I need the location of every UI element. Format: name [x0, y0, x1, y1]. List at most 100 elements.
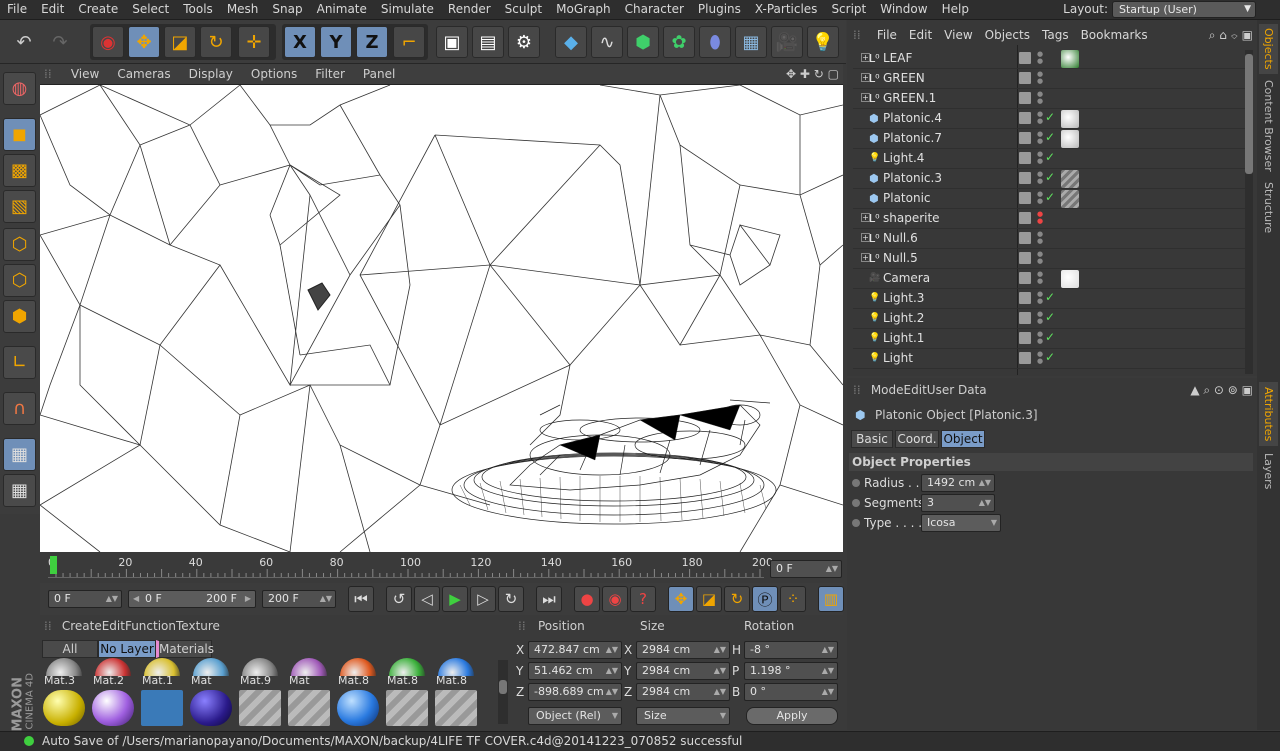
menu-create[interactable]: Create [71, 0, 125, 19]
material-swatch[interactable] [288, 690, 330, 726]
menu-snap[interactable]: Snap [265, 0, 309, 19]
render-picture-viewer-icon[interactable]: ▤ [472, 26, 504, 58]
attribute-menu-mode[interactable]: Mode [871, 383, 904, 397]
attr-tab-object[interactable]: Object [941, 430, 985, 448]
material-menu-texture[interactable]: Texture [176, 619, 220, 633]
visibility-dots-icon[interactable]: ● ● [1037, 231, 1043, 245]
playhead[interactable] [50, 556, 57, 574]
pos-z-field[interactable]: -898.689 cm ▲▼ [528, 683, 622, 701]
menu-help[interactable]: Help [935, 0, 976, 19]
object-menu-file[interactable]: File [871, 25, 903, 45]
viewport-menu-filter[interactable]: Filter [306, 64, 354, 84]
attr-tab-coord[interactable]: Coord. [895, 430, 939, 448]
workplane-icon[interactable]: ▧ [3, 190, 36, 223]
size-y-field[interactable]: 2984 cm ▲▼ [636, 662, 730, 680]
record-keys-icon[interactable]: ● [574, 586, 600, 612]
material-swatch[interactable]: Mat [287, 658, 332, 688]
rot-p-field[interactable]: 1.198 ° ▲▼ [744, 662, 838, 680]
layer-icon[interactable] [1019, 152, 1031, 164]
object-row[interactable]: 💡 Light.4 ● ● ✓ [853, 149, 1245, 169]
coord-mode-select[interactable]: Object (Rel) ▼ [528, 707, 622, 725]
layer-icon[interactable] [1019, 312, 1031, 324]
timeline-ruler[interactable]: 020406080100120140160180200 0 F ▲▼ [40, 552, 843, 582]
tag-icon[interactable] [1061, 270, 1079, 288]
tab-structure[interactable]: Structure [1259, 178, 1278, 238]
visibility-dots-icon[interactable]: ● ● [1037, 131, 1043, 145]
menu-simulate[interactable]: Simulate [374, 0, 441, 19]
size-z-field[interactable]: 2984 cm ▲▼ [636, 683, 730, 701]
transform-tool-icon[interactable]: ✛ [238, 26, 270, 58]
go-to-end-icon[interactable]: ⏭ [536, 586, 562, 612]
visibility-dots-icon[interactable]: ● ● [1037, 271, 1043, 285]
move-tool-icon[interactable]: ✥ [128, 26, 160, 58]
layer-icon[interactable] [1019, 192, 1031, 204]
model-mode-icon[interactable]: ◼ [3, 118, 36, 151]
key-parameter-icon[interactable]: Ⓟ [752, 586, 778, 612]
size-x-field[interactable]: 2984 cm ▲▼ [636, 641, 730, 659]
size-mode-select[interactable]: Size ▼ [636, 707, 730, 725]
workplane-lock-icon[interactable]: ▦ [3, 438, 36, 471]
animate-dot-icon[interactable] [852, 499, 860, 507]
points-mode-icon[interactable]: ⬡ [3, 228, 36, 261]
viewport-menu-panel[interactable]: Panel [354, 64, 404, 84]
camera-icon[interactable]: 🎥 [771, 26, 803, 58]
menu-select[interactable]: Select [125, 0, 176, 19]
visibility-dots-icon[interactable]: ● ● [1037, 191, 1043, 205]
material-swatch[interactable]: Mat.8 [385, 658, 430, 688]
material-swatch[interactable] [337, 690, 379, 726]
live-selection-icon[interactable]: ◉ [92, 26, 124, 58]
object-row[interactable]: 🎥 Camera ● ● [853, 269, 1245, 289]
tag-icon[interactable] [1061, 190, 1079, 208]
current-frame-field[interactable]: 0 F ▲▼ [770, 560, 842, 578]
object-row[interactable]: ⬢ Platonic ● ● ✓ [853, 189, 1245, 209]
layout-select[interactable]: Startup (User) ▼ [1112, 1, 1256, 18]
soft-selection-icon[interactable]: ▦ [3, 474, 36, 507]
enabled-check-icon[interactable]: ✓ [1045, 310, 1055, 324]
pos-y-field[interactable]: 51.462 cm ▲▼ [528, 662, 622, 680]
menu-x-particles[interactable]: X-Particles [748, 0, 825, 19]
object-menu-objects[interactable]: Objects [979, 25, 1036, 45]
animate-dot-icon[interactable] [852, 479, 860, 487]
viewport-menu-cameras[interactable]: Cameras [108, 64, 179, 84]
key-position-icon[interactable]: ✥ [668, 586, 694, 612]
menu-tools[interactable]: Tools [176, 0, 220, 19]
menu-mesh[interactable]: Mesh [220, 0, 266, 19]
snap-magnet-icon[interactable]: ∩ [3, 392, 36, 425]
menu-file[interactable]: File [0, 0, 34, 19]
material-swatch[interactable] [239, 690, 281, 726]
layer-icon[interactable] [1019, 72, 1031, 84]
pos-x-field[interactable]: 472.847 cm ▲▼ [528, 641, 622, 659]
coordinate-system-icon[interactable]: ⌐ [393, 26, 425, 58]
menu-edit[interactable]: Edit [34, 0, 71, 19]
material-menu-create[interactable]: Create [62, 619, 102, 633]
keyframe-selection-icon[interactable]: ? [630, 586, 656, 612]
go-to-start-icon[interactable]: ⏮ [348, 586, 374, 612]
object-row[interactable]: 💡 Light.3 ● ● ✓ [853, 289, 1245, 309]
object-menu-edit[interactable]: Edit [903, 25, 938, 45]
x-axis-button[interactable]: X [284, 26, 316, 58]
menu-character[interactable]: Character [618, 0, 691, 19]
material-swatch[interactable]: Mat.2 [91, 658, 136, 688]
object-menu-tags[interactable]: Tags [1036, 25, 1075, 45]
visibility-dots-icon[interactable]: ● ● [1037, 151, 1043, 165]
menu-script[interactable]: Script [824, 0, 873, 19]
3d-viewport[interactable] [40, 85, 843, 552]
play-forward-icon[interactable]: ▶ [442, 586, 468, 612]
z-axis-button[interactable]: Z [356, 26, 388, 58]
object-row[interactable]: 💡 Light.1 ● ● ✓ [853, 329, 1245, 349]
attr-tab-basic[interactable]: Basic [851, 430, 893, 448]
menu-sculpt[interactable]: Sculpt [498, 0, 549, 19]
layer-icon[interactable] [1019, 272, 1031, 284]
animate-dot-icon[interactable] [852, 519, 860, 527]
visibility-dots-icon[interactable]: ● ● [1037, 51, 1043, 65]
subdivision-icon[interactable]: ⬢ [627, 26, 659, 58]
object-row[interactable]: + L⁰ GREEN ● ● [853, 69, 1245, 89]
undo-icon[interactable]: ↶ [8, 26, 40, 58]
render-settings-icon[interactable]: ⚙ [508, 26, 540, 58]
layer-icon[interactable] [1019, 112, 1031, 124]
start-frame-field[interactable]: 0 F ▲▼ [48, 590, 122, 608]
object-row[interactable]: + L⁰ GREEN.1 ● ● [853, 89, 1245, 109]
layer-icon[interactable] [1019, 232, 1031, 244]
apply-button[interactable]: Apply [746, 707, 838, 725]
visibility-dots-icon[interactable]: ● ● [1037, 91, 1043, 105]
